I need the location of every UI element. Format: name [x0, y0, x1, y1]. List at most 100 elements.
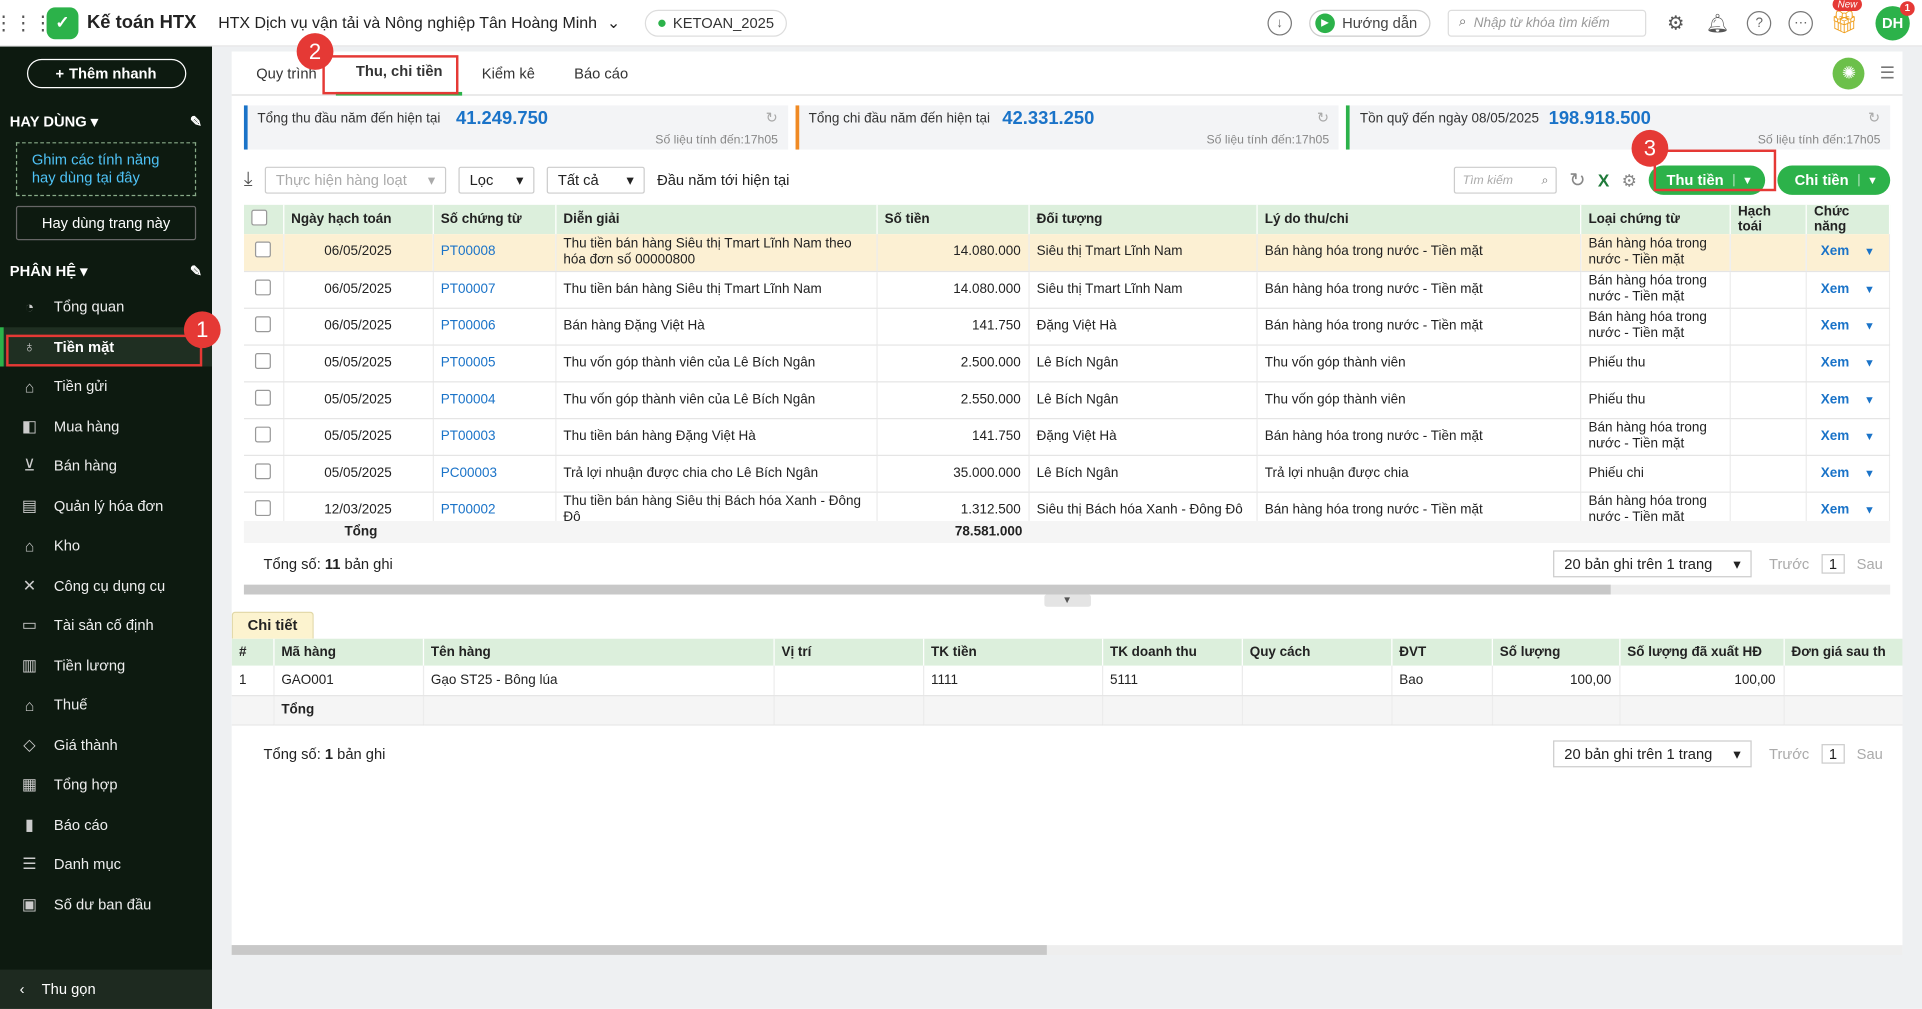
- sidebar-item[interactable]: ▭ Tài sản cố định: [0, 606, 212, 646]
- tab-reports[interactable]: Báo cáo: [555, 51, 648, 95]
- col-actions[interactable]: Chức năng: [1806, 204, 1891, 235]
- help-icon[interactable]: ?: [1746, 10, 1772, 35]
- detail-prev-page-button[interactable]: Trước: [1769, 745, 1809, 762]
- org-selector[interactable]: HTX Dịch vụ vận tải và Nông nghiệp Tân H…: [218, 13, 620, 33]
- doc-link[interactable]: PT00003: [432, 417, 556, 456]
- table-row[interactable]: 06/05/2025 PT00006 Bán hàng Đặng Việt Hà 14…: [243, 307, 1891, 346]
- next-page-button[interactable]: Sau: [1857, 555, 1883, 572]
- favorites-title[interactable]: HAY DÙNG ▾: [10, 113, 98, 130]
- row-checkbox[interactable]: [243, 417, 284, 456]
- refresh-icon[interactable]: ↻: [1317, 109, 1329, 126]
- table-row[interactable]: 05/05/2025 PT00005 Thu vốn góp thành viên …: [243, 344, 1891, 382]
- table-row[interactable]: 05/05/2025 PT00003 Thu tiền bán hàng Đặng …: [243, 417, 1891, 456]
- table-row[interactable]: 12/03/2025 PT00002 Thu tiền bán hàng Siêu …: [243, 491, 1891, 521]
- doc-link[interactable]: PT00004: [432, 381, 556, 419]
- view-action[interactable]: Xem ▼: [1806, 270, 1891, 309]
- global-search-input[interactable]: ⌕ Nhập từ khóa tìm kiếm: [1447, 9, 1647, 37]
- type-filter-select[interactable]: Tất cả ▾: [546, 166, 645, 194]
- page-size-select[interactable]: 20 bản ghi trên 1 trang ▾: [1553, 550, 1752, 578]
- row-checkbox[interactable]: [243, 344, 284, 382]
- excel-icon[interactable]: X: [1598, 170, 1609, 190]
- gift-icon[interactable]: 🎁︎ New: [1830, 0, 1863, 36]
- detail-next-page-button[interactable]: Sau: [1857, 745, 1883, 762]
- chevron-down-icon[interactable]: ▼: [1864, 245, 1875, 257]
- col-item-name[interactable]: Tên hàng: [422, 638, 775, 666]
- pay-money-button[interactable]: Chi tiền ▼: [1777, 165, 1891, 195]
- chevron-down-icon[interactable]: ▼: [1864, 393, 1875, 405]
- chevron-down-icon[interactable]: ▼: [1864, 283, 1875, 295]
- sidebar-item[interactable]: ☰ Danh mục: [0, 845, 212, 885]
- row-checkbox[interactable]: [243, 270, 284, 309]
- chevron-down-icon[interactable]: ▼: [1858, 174, 1885, 187]
- edit-pencil-icon[interactable]: ✎: [190, 113, 202, 130]
- select-all-checkbox[interactable]: [243, 204, 284, 235]
- view-action[interactable]: Xem ▼: [1806, 344, 1891, 382]
- sidebar-item[interactable]: ◇ Giá thành: [0, 725, 212, 765]
- col-date[interactable]: Ngày hạch toán: [283, 204, 434, 235]
- view-action[interactable]: Xem ▼: [1806, 307, 1891, 346]
- chevron-down-icon[interactable]: ▼: [1864, 319, 1875, 331]
- detail-current-page[interactable]: 1: [1821, 743, 1845, 764]
- sidebar-item[interactable]: ⌂ Thuế: [0, 685, 212, 725]
- sidebar-item[interactable]: ▦ Tổng hợp: [0, 765, 212, 805]
- bulk-action-select[interactable]: Thực hiện hàng loạt ▾: [264, 166, 447, 194]
- detail-page-size-select[interactable]: 20 bản ghi trên 1 trang ▾: [1553, 739, 1752, 767]
- tab-detail[interactable]: Chi tiết: [231, 611, 314, 639]
- col-invoiced-qty[interactable]: Số lượng đã xuất HĐ: [1619, 638, 1785, 666]
- refresh-icon[interactable]: ↻: [1868, 109, 1880, 126]
- refresh-icon[interactable]: ↻: [1569, 168, 1585, 193]
- pin-page-button[interactable]: Hay dùng trang này: [15, 205, 197, 241]
- current-page[interactable]: 1: [1821, 554, 1845, 574]
- grid-horizontal-scrollbar[interactable]: [243, 584, 1891, 595]
- table-row[interactable]: 05/05/2025 PT00004 Thu vốn góp thành viên …: [243, 381, 1891, 419]
- chevron-down-icon[interactable]: ▼: [1864, 356, 1875, 368]
- row-checkbox[interactable]: [243, 234, 284, 272]
- sidebar-item[interactable]: ◔ Tổng quan: [0, 287, 212, 327]
- col-unit-price[interactable]: Đơn giá sau th: [1783, 638, 1903, 666]
- period-label[interactable]: Đầu năm tới hiện tại: [657, 172, 789, 189]
- col-amount[interactable]: Số tiền: [876, 204, 1030, 235]
- chevron-down-icon[interactable]: ▼: [1864, 503, 1875, 515]
- app-grid-icon[interactable]: ⋮⋮⋮: [0, 0, 53, 46]
- pane-splitter[interactable]: ▼: [232, 594, 1903, 610]
- column-settings-icon[interactable]: ☰: [1880, 63, 1895, 84]
- sidebar-item[interactable]: ⌂ Tiền gửi: [0, 367, 212, 407]
- modules-title[interactable]: PHÂN HỆ ▾: [10, 262, 88, 279]
- view-action[interactable]: Xem ▼: [1806, 491, 1891, 521]
- col-index[interactable]: #: [231, 638, 274, 666]
- sort-arrow-icon[interactable]: ⤓: [244, 169, 253, 191]
- settings-gear-icon[interactable]: ⚙: [1664, 10, 1689, 35]
- database-pill[interactable]: KETOAN_2025: [644, 9, 788, 37]
- sidebar-item[interactable]: ⌂ Kho: [0, 526, 212, 566]
- col-spec[interactable]: Quy cách: [1241, 638, 1392, 666]
- col-doc-type[interactable]: Loại chứng từ: [1580, 204, 1731, 235]
- row-checkbox[interactable]: [243, 454, 284, 493]
- edit-pencil-icon[interactable]: ✎: [190, 262, 202, 279]
- col-location[interactable]: Vị trí: [773, 638, 924, 666]
- row-checkbox[interactable]: [243, 307, 284, 346]
- detail-horizontal-scrollbar[interactable]: [231, 945, 1903, 955]
- doc-link[interactable]: PT00007: [432, 270, 556, 309]
- sidebar-item[interactable]: ✕ Công cụ dụng cụ: [0, 566, 212, 606]
- view-action[interactable]: Xem ▼: [1806, 417, 1891, 456]
- table-row[interactable]: 06/05/2025 PT00007 Thu tiền bán hàng Siêu …: [243, 270, 1891, 309]
- doc-link[interactable]: PT00002: [432, 491, 556, 521]
- table-row[interactable]: 06/05/2025 PT00008 Thu tiền bán hàng Siêu …: [243, 234, 1891, 272]
- view-action[interactable]: Xem ▼: [1806, 454, 1891, 493]
- table-row[interactable]: 05/05/2025 PC00003 Trả lợi nhuận được chia…: [243, 454, 1891, 493]
- collapse-button[interactable]: ‹ Thu gọn: [0, 969, 213, 1009]
- more-icon[interactable]: ⋯: [1788, 10, 1814, 35]
- col-unit[interactable]: ĐVT: [1391, 638, 1493, 666]
- sidebar-item[interactable]: ▥ Tiền lương: [0, 645, 212, 685]
- doc-link[interactable]: PT00008: [432, 234, 556, 272]
- col-posting[interactable]: Hạch toái: [1730, 204, 1807, 235]
- sidebar-item[interactable]: ⊻ Bán hàng: [0, 446, 212, 486]
- view-action[interactable]: Xem ▼: [1806, 381, 1891, 419]
- filter-button[interactable]: Lọc ▾: [458, 166, 535, 194]
- bell-icon[interactable]: 🔔︎: [1705, 10, 1730, 35]
- avatar[interactable]: DH 1: [1875, 0, 1915, 40]
- sidebar-item[interactable]: ▣ Số dư ban đầu: [0, 884, 212, 924]
- row-checkbox[interactable]: [243, 381, 284, 419]
- doc-link[interactable]: PT00005: [432, 344, 556, 382]
- logo[interactable]: ✓ Kế toán HTX: [46, 6, 219, 39]
